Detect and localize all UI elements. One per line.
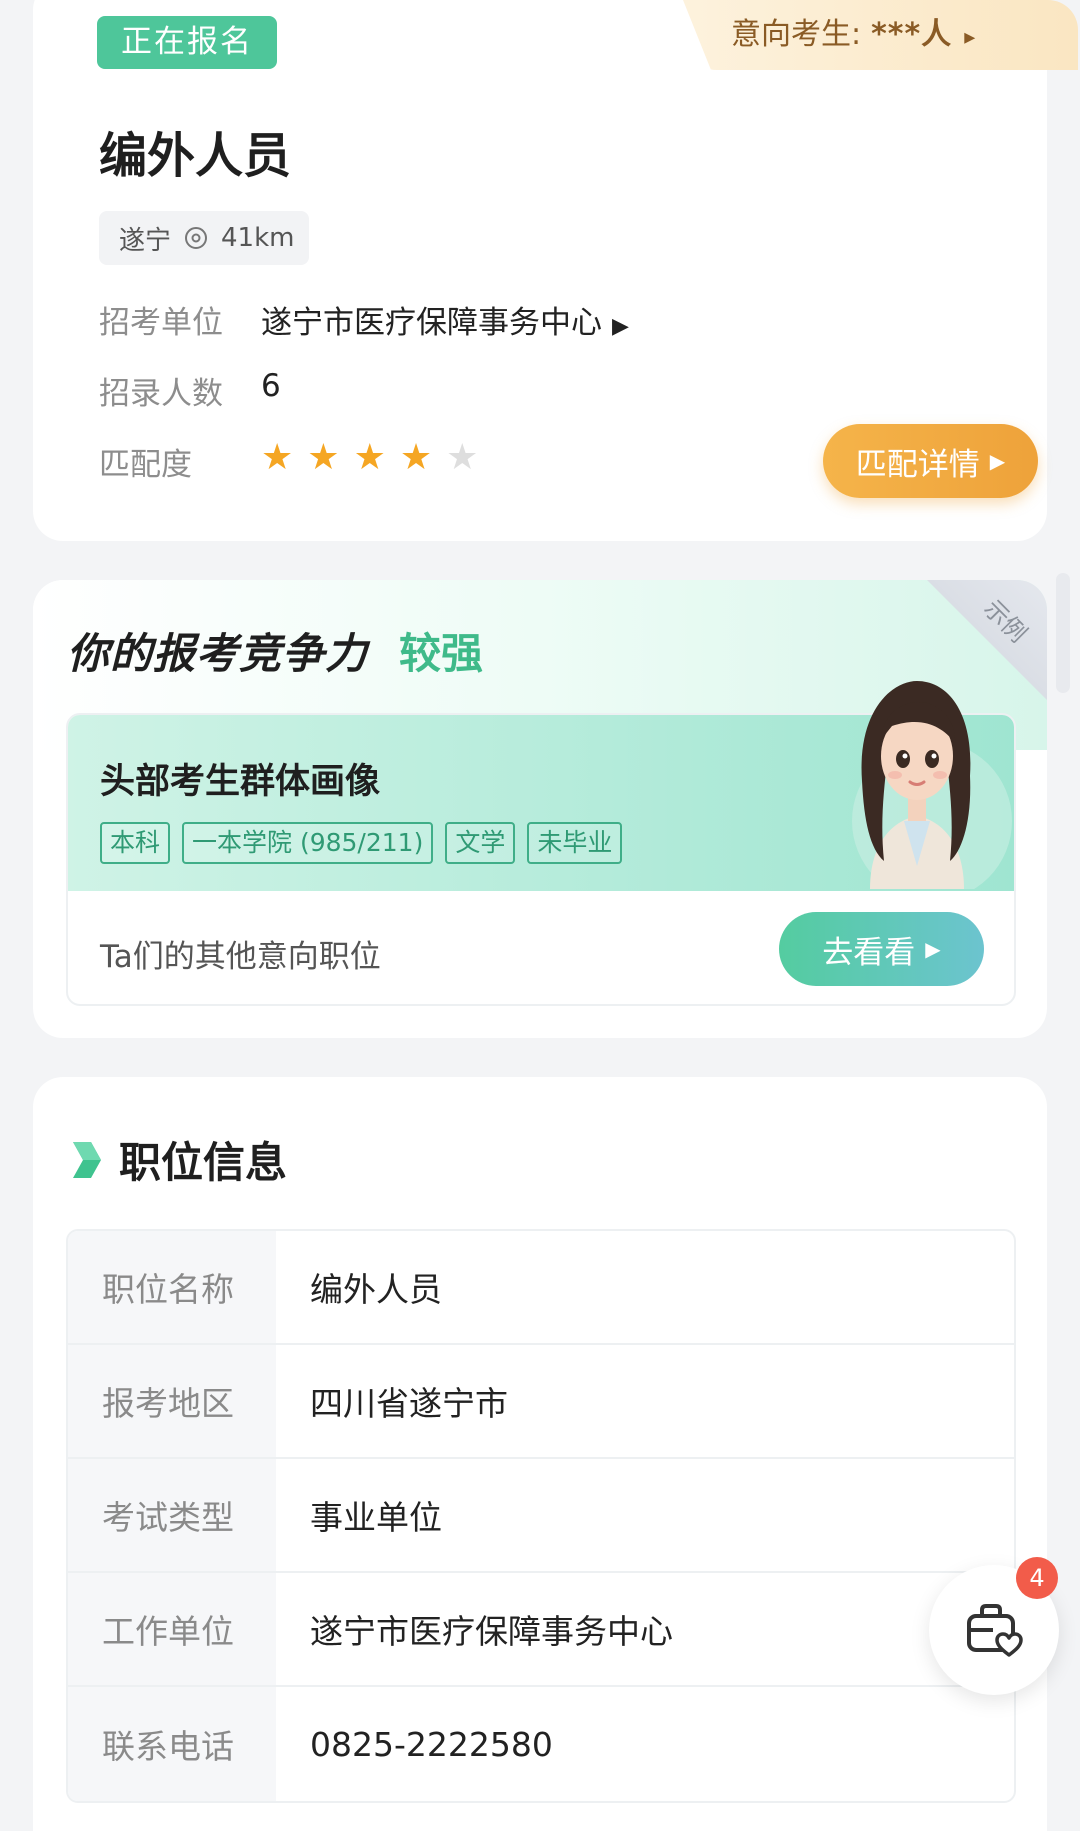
triangle-right-icon: ▶ (925, 937, 941, 961)
row-key: 联系电话 (68, 1687, 276, 1801)
table-row: 联系电话 0825-2222580 (68, 1687, 1014, 1801)
briefcase-heart-icon (967, 1604, 1023, 1657)
go-see-label: 去看看 (822, 934, 916, 971)
row-key: 工作单位 (68, 1573, 276, 1685)
row-key: 职位名称 (68, 1231, 276, 1343)
row-value: 遂宁市医疗保障事务中心 (310, 1612, 673, 1651)
table-row: 工作单位 遂宁市医疗保障事务中心 (68, 1573, 1014, 1687)
match-label: 匹配度 (99, 447, 192, 483)
location-city: 遂宁 (119, 225, 172, 256)
row-key: 考试类型 (68, 1459, 276, 1571)
go-see-button[interactable]: 去看看 ▶ (779, 912, 984, 986)
headcount-label: 招录人数 (99, 376, 223, 412)
position-info-card: 职位信息 职位名称 编外人员 报考地区 四川省遂宁市 考试类型 事业单位 工作单… (33, 1077, 1047, 1831)
competitiveness-card: 示例 你的报考竞争力 较强 头部考生群体画像 本科 一本学院 (985/211)… (33, 580, 1047, 1038)
section-title: 职位信息 (119, 1138, 288, 1187)
match-details-label: 匹配详情 (855, 446, 980, 483)
location-distance: 41km (221, 223, 295, 253)
avatar-illustration (852, 681, 1012, 889)
competitiveness-title: 你的报考竞争力 (67, 629, 369, 678)
portrait-tags: 本科 一本学院 (985/211) 文学 未毕业 (100, 822, 623, 864)
match-rating: ★ ★ ★ ★ ★ (261, 440, 478, 476)
intent-candidates-tag[interactable]: 意向考生: ***人 ▸ (683, 0, 1078, 70)
star-icon: ★ (399, 437, 433, 478)
position-info-table: 职位名称 编外人员 报考地区 四川省遂宁市 考试类型 事业单位 工作单位 遂宁市… (66, 1229, 1016, 1803)
section-header: 职位信息 (69, 1129, 287, 1190)
employer-value: 遂宁市医疗保障事务中心 (261, 305, 602, 341)
competitiveness-level: 较强 (399, 629, 484, 678)
tag-major: 文学 (445, 822, 516, 864)
employer-label: 招考单位 (99, 305, 223, 341)
section-marker-icon (73, 1141, 101, 1178)
tag-school: 一本学院 (985/211) (182, 822, 434, 864)
row-value: 事业单位 (310, 1498, 442, 1537)
job-summary-card: 正在报名 意向考生: ***人 ▸ 编外人员 遂宁 41km 招考单位 遂宁市医疗保… (33, 0, 1078, 541)
table-row: 职位名称 编外人员 (68, 1231, 1014, 1345)
notification-badge: 4 (1016, 1557, 1058, 1599)
match-details-button[interactable]: 匹配详情 ▶ (823, 424, 1038, 498)
tag-degree: 本科 (100, 822, 171, 864)
star-empty-icon: ★ (446, 437, 479, 478)
scrollbar-thumb[interactable] (1056, 573, 1070, 693)
headcount-value: 6 (261, 368, 281, 404)
row-value: 编外人员 (310, 1270, 442, 1309)
star-icon: ★ (353, 437, 386, 478)
row-value[interactable]: 0825-2222580 (276, 1687, 1014, 1801)
star-icon: ★ (307, 437, 340, 478)
other-positions-label: Ta们的其他意向职位 (100, 939, 381, 975)
employer-link[interactable]: 遂宁市医疗保障事务中心 ▶ (261, 297, 629, 342)
star-icon: ★ (261, 437, 294, 478)
triangle-right-icon: ▶ (612, 314, 629, 339)
arrow-right-icon: ▸ (964, 25, 976, 50)
intent-value: ***人 (871, 17, 953, 52)
table-row: 考试类型 事业单位 (68, 1459, 1014, 1573)
portrait-title: 头部考生群体画像 (100, 762, 381, 802)
tag-graduation: 未毕业 (527, 822, 623, 864)
table-row: 报考地区 四川省遂宁市 (68, 1345, 1014, 1459)
location-chip: 遂宁 41km (99, 211, 309, 265)
triangle-right-icon: ▶ (989, 449, 1006, 473)
job-title: 编外人员 (99, 128, 292, 184)
status-badge: 正在报名 (97, 16, 277, 69)
intent-label: 意向考生: (731, 17, 862, 52)
row-value: 四川省遂宁市 (310, 1384, 508, 1423)
row-key: 报考地区 (68, 1345, 276, 1457)
location-pin-icon (185, 227, 208, 249)
